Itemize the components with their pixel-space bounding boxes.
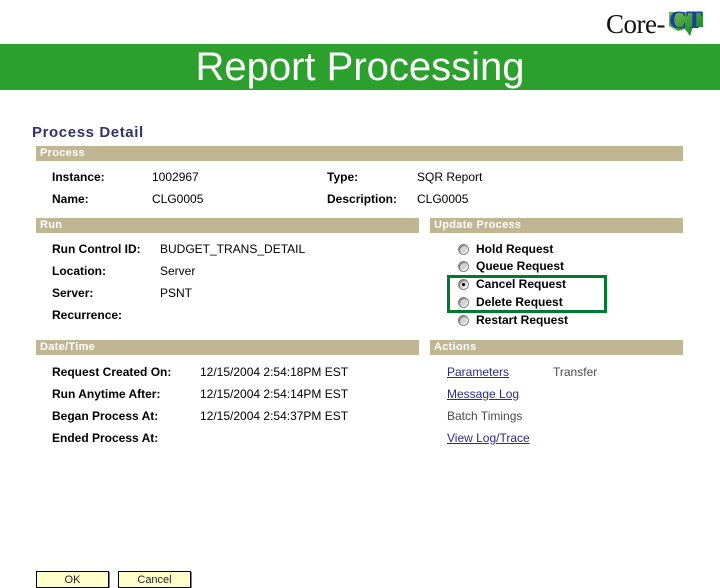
cancel-button[interactable]: Cancel <box>118 571 191 588</box>
action-label-batch-timings: Batch Timings <box>447 409 523 423</box>
process-detail-screen: Process Detail Process Instance: 1002967… <box>0 110 720 588</box>
action-link-view-log-trace[interactable]: View Log/Trace <box>447 431 530 445</box>
radio-icon-cancel-request[interactable] <box>458 278 469 290</box>
action-link-parameters[interactable]: Parameters <box>447 365 509 379</box>
action-label-transfer: Transfer <box>553 365 598 379</box>
slide-title: Report Processing <box>195 45 525 89</box>
logo-wordmark: Core- <box>606 8 665 39</box>
field-began-process-at-label: Began Process At: <box>52 409 159 423</box>
field-description-label: Description: <box>327 192 398 206</box>
radio-option-hold-request[interactable]: Hold Request <box>458 243 553 255</box>
core-ct-logo: Core- CT <box>606 4 708 44</box>
field-began-process-at-value: 12/15/2004 2:54:37PM EST <box>200 409 349 423</box>
radio-icon-hold-request[interactable] <box>458 243 469 255</box>
section-header-run: Run <box>36 218 419 233</box>
field-name-label: Name: <box>52 192 89 206</box>
action-link-message-log[interactable]: Message Log <box>447 387 519 401</box>
field-name-value: CLG0005 <box>152 192 204 206</box>
radio-option-queue-request[interactable]: Queue Request <box>458 260 564 272</box>
field-instance-label: Instance: <box>52 170 105 184</box>
field-location-value: Server <box>160 264 196 278</box>
radio-icon-queue-request[interactable] <box>458 260 469 272</box>
radio-icon-restart-request[interactable] <box>458 314 469 326</box>
page-title: Process Detail <box>32 124 144 141</box>
field-run-anytime-after-value: 12/15/2004 2:54:14PM EST <box>200 387 349 401</box>
field-request-created-on-value: 12/15/2004 2:54:18PM EST <box>200 365 349 379</box>
connecticut-shape-icon: CT <box>666 7 708 41</box>
slide-title-band: Report Processing <box>0 44 720 90</box>
section-header-actions: Actions <box>430 340 683 355</box>
radio-option-cancel-request[interactable]: Cancel Request <box>458 278 566 290</box>
section-header-update-process: Update Process <box>430 218 683 233</box>
section-header-process: Process <box>36 146 683 161</box>
field-ended-process-at-label: Ended Process At: <box>52 431 159 445</box>
field-run-anytime-after-label: Run Anytime After: <box>52 387 161 401</box>
section-header-date-time: Date/Time <box>36 340 419 355</box>
field-description-value: CLG0005 <box>417 192 469 206</box>
radio-option-restart-request[interactable]: Restart Request <box>458 314 568 326</box>
field-location-label: Location: <box>52 264 106 278</box>
field-server-value: PSNT <box>160 286 193 300</box>
logo-ct-letters: CT <box>669 7 703 34</box>
ok-button[interactable]: OK <box>36 571 109 588</box>
field-request-created-on-label: Request Created On: <box>52 365 172 379</box>
field-run-control-id-label: Run Control ID: <box>52 242 141 256</box>
field-type-value: SQR Report <box>417 170 483 184</box>
field-type-label: Type: <box>327 170 359 184</box>
radio-icon-delete-request[interactable] <box>458 296 469 308</box>
field-recurrence-label: Recurrence: <box>52 308 123 322</box>
field-server-label: Server: <box>52 286 94 300</box>
field-instance-value: 1002967 <box>152 170 199 184</box>
radio-option-delete-request[interactable]: Delete Request <box>458 296 563 308</box>
field-run-control-id-value: BUDGET_TRANS_DETAIL <box>160 242 306 256</box>
